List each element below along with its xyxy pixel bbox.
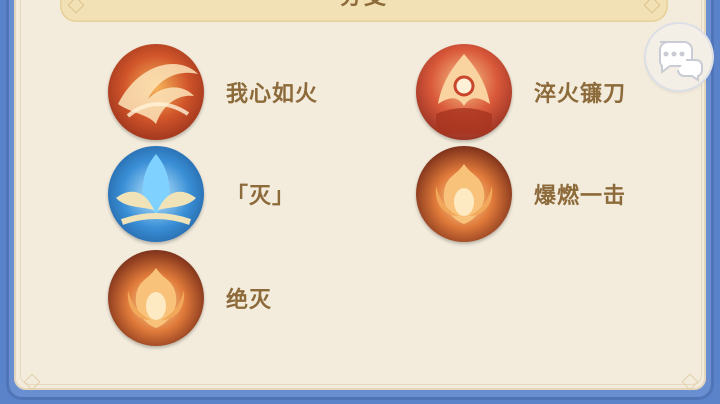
section-header: 分支 [60,0,668,22]
skill-item[interactable]: 我心如火 [108,44,318,140]
flame-blade-icon [416,44,512,140]
skill-item[interactable]: 爆燃一击 [416,146,626,242]
skill-label: 绝灭 [226,288,273,313]
skill-label: 爆燃一击 [534,184,627,209]
chat-bubbles-icon [658,41,703,82]
chat-button[interactable] [646,24,712,90]
section-title: 分支 [60,0,668,11]
skill-item[interactable]: 「灭」 [108,146,295,242]
skill-label: 我心如火 [226,82,319,107]
flame-burst-icon [108,250,204,346]
skill-label: 「灭」 [226,184,296,209]
ice-wing-icon [108,146,204,242]
skill-label: 淬火镰刀 [534,82,627,107]
fire-swirl-icon [108,44,204,140]
skill-item[interactable]: 绝灭 [108,250,272,346]
skill-item[interactable]: 淬火镰刀 [416,44,626,140]
flame-burst-icon [416,146,512,242]
